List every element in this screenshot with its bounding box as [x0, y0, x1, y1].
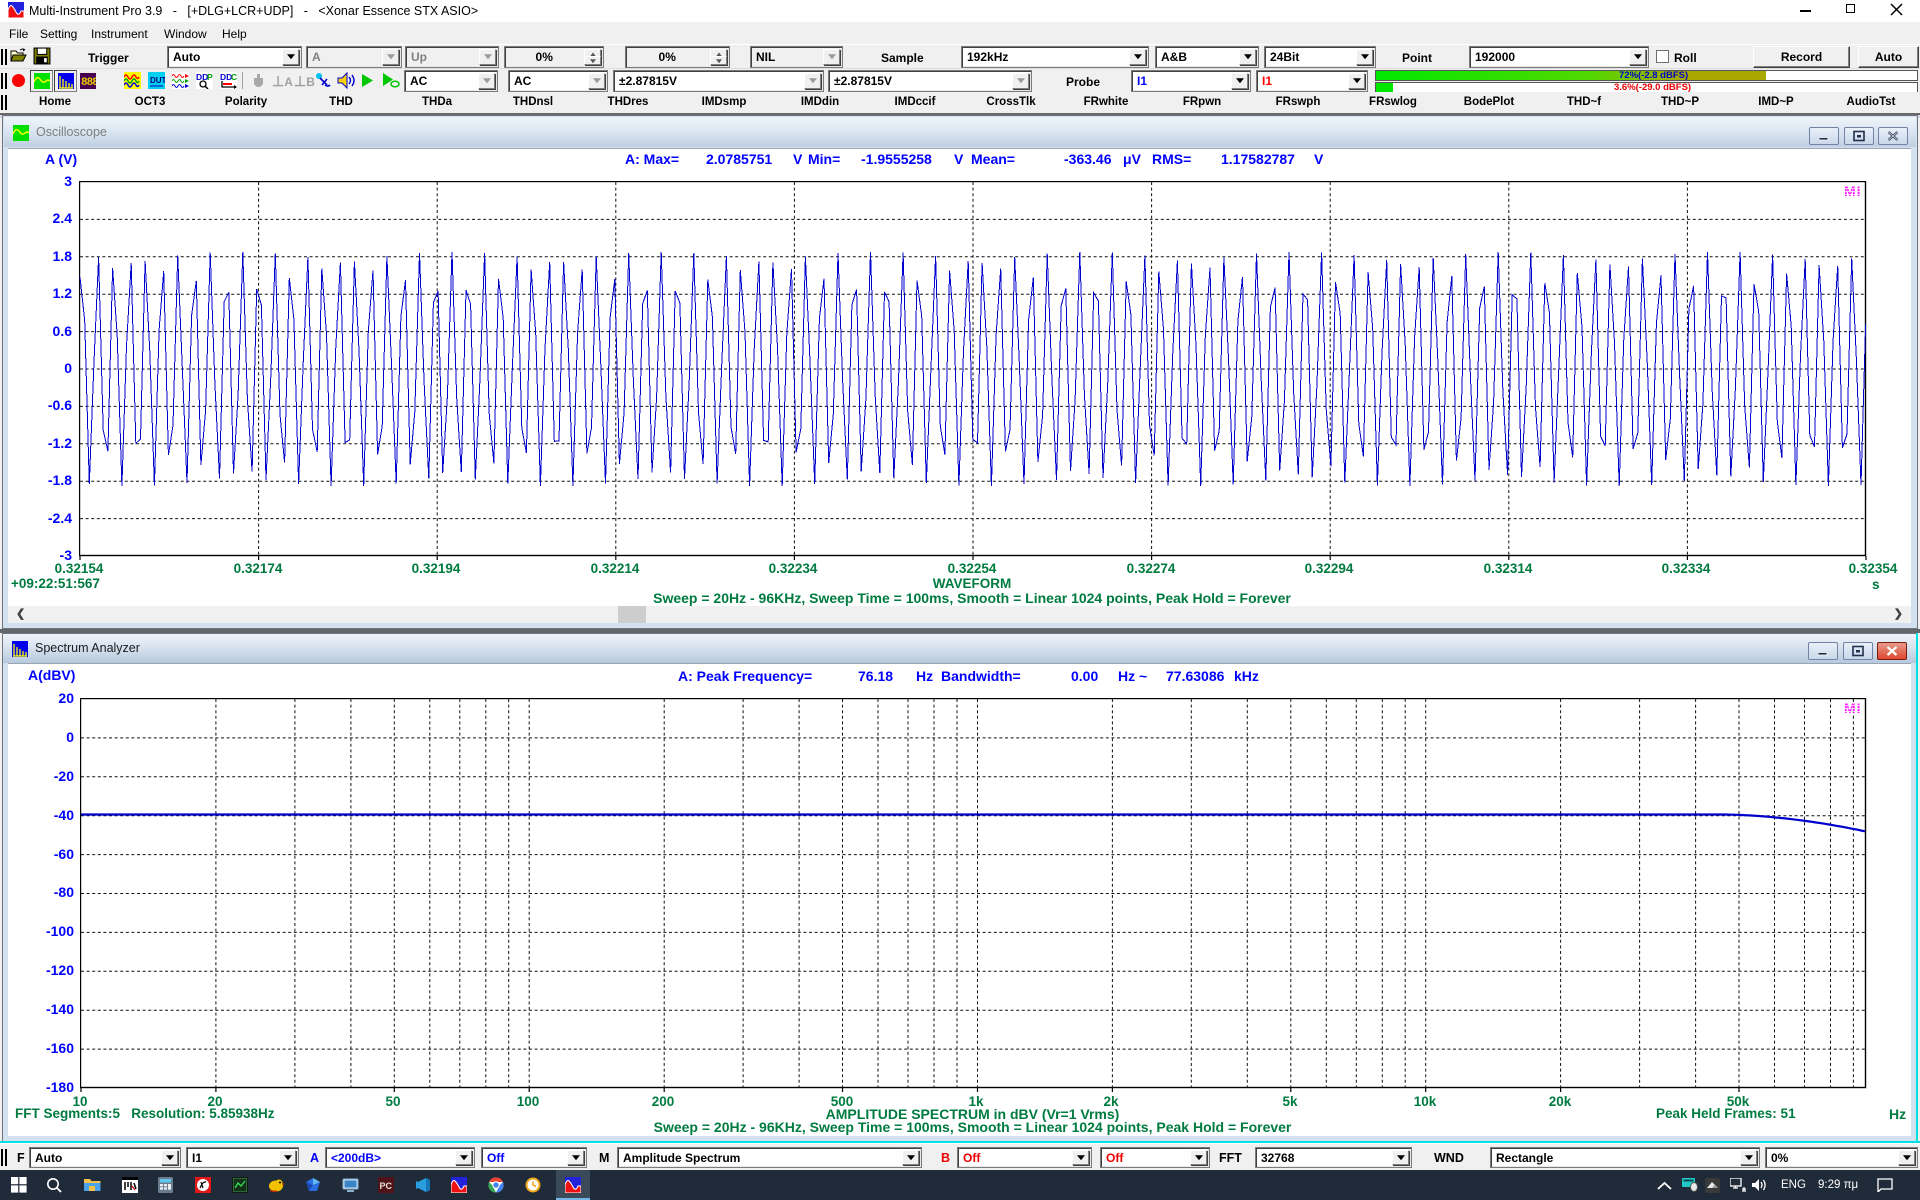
svg-text:DUT: DUT — [150, 76, 165, 85]
svg-text:PC: PC — [380, 1181, 393, 1191]
svg-text:C: C — [231, 72, 237, 82]
svg-text:888: 888 — [81, 77, 96, 89]
svg-text:P: P — [207, 72, 213, 82]
